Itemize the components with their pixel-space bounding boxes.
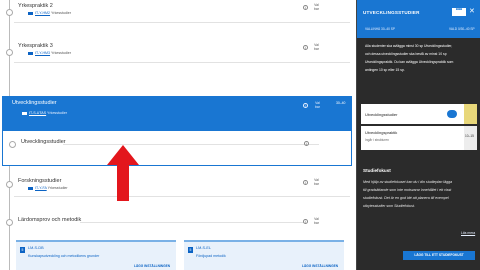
sidebar-section-heading: Studiefokust (363, 168, 391, 173)
status-strip (464, 104, 477, 124)
info-icon[interactable]: i (303, 5, 308, 10)
more-options-button[interactable]: ••• (452, 7, 466, 16)
flag-icon (22, 111, 27, 115)
sidebar-header: UTVECKLINGSSTUDIER ••• ✕ VALLINHÄ 30–40 … (357, 0, 480, 38)
course-code-link[interactable]: IT-Y-HM3 (35, 51, 50, 55)
group-title[interactable]: Utvecklingsstudier (12, 100, 57, 106)
card-name: Kunskapsutveckling och metodikens grunde… (28, 254, 100, 258)
selected-group-row[interactable]: Utvecklingsstudier IT-S-UTAS Yrkesstudie… (2, 96, 352, 130)
course-code-link[interactable]: IT-Y-FA (35, 186, 47, 190)
course-title[interactable]: Yrkespraktik 2 (18, 3, 53, 9)
flag-icon (28, 11, 33, 15)
sidebar-description: och dessa utvecklingsstudier ska bestå a… (365, 52, 447, 56)
status-strip (464, 126, 477, 150)
sidebar-section-text: studiefokust. Det är en god idé att plan… (363, 196, 449, 200)
sub-item-title[interactable]: Utvecklingsstudier (21, 139, 66, 145)
sidebar-item-credits: 10–15 (465, 134, 474, 138)
info-icon[interactable]: i (303, 180, 308, 185)
sidebar-section-text: Med hjälp av studiefokuset kan du i din … (363, 180, 453, 184)
course-level: Yrkesstudier (50, 51, 71, 55)
credits-badge: 5 (188, 247, 193, 253)
sub-item-row[interactable]: Utvecklingsstudier i (2, 130, 352, 166)
course-level: Yrkesstudier (50, 11, 71, 15)
course-meta: IT-Y-HM2 Yrkesstudier (28, 11, 71, 15)
group-level: Yrkesstudier (47, 111, 68, 115)
sidebar-section-text: utbytesstudier som Studiefokust. (363, 204, 415, 208)
group-code-link[interactable]: IT-S-UTAS (29, 111, 46, 115)
credits-badge: 5 (20, 247, 25, 253)
details-sidebar: UTVECKLINGSSTUDIER ••• ✕ VALLINHÄ 30–40 … (356, 0, 480, 270)
sidebar-item-label: Utvecklingsstudier (365, 112, 398, 117)
info-icon[interactable]: i (303, 45, 308, 50)
course-tag: Val bar (314, 43, 319, 52)
info-icon[interactable]: i (304, 141, 309, 146)
course-meta: IT-Y-HM3 Yrkesstudier (28, 51, 71, 55)
course-meta: IT-Y-FA Yrkesstudier (28, 186, 68, 190)
group-meta: IT-S-UTAS Yrkesstudier (22, 111, 67, 115)
group-credits: 30–40 (336, 101, 346, 105)
sidebar-item-sublabel: Ingår i strukturen (365, 138, 389, 142)
row-divider (14, 196, 350, 197)
course-node[interactable] (6, 49, 13, 56)
group-node[interactable] (6, 219, 13, 226)
card-code-link[interactable]: LM-S-DB (28, 246, 44, 250)
course-card[interactable]: 5 LM-S-DB Kunskapsutveckling och metodik… (16, 240, 176, 270)
toggle-icon[interactable] (447, 110, 457, 118)
card-add-button[interactable]: LÄGG INSTÄLLNINGEN (134, 264, 170, 268)
sidebar-requirement: VALLINHÄ 30–40 SP (365, 27, 396, 31)
sidebar-item-utvecklingsstudier[interactable]: Utvecklingsstudier (361, 104, 477, 124)
course-level: Yrkesstudier (47, 186, 68, 190)
row-divider (14, 62, 350, 63)
sidebar-description: Utvecklingspraktik. Du kan avlägga Utvec… (365, 60, 454, 64)
course-tag: Val bar (314, 3, 319, 12)
group-title[interactable]: Lärdomsprov och metodik (18, 217, 81, 223)
group-tag: Val bar (314, 217, 319, 226)
group-tag: Val bar (315, 101, 320, 110)
sidebar-item-utvecklingspraktik[interactable]: Utvecklingspraktik Ingår i strukturen 10… (361, 126, 477, 150)
sidebar-section-text: till gradsättande som inte motsvarar inn… (363, 188, 452, 192)
flag-icon (28, 186, 33, 190)
sidebar-description: Alla studenter ska avlägga minst 30 sp U… (365, 44, 453, 48)
row-divider (63, 144, 319, 145)
study-plan-panel: Yrkespraktik 2 IT-Y-HM2 Yrkesstudier i V… (0, 0, 354, 270)
card-add-button[interactable]: LÄGG INSTÄLLNINGEN (302, 264, 338, 268)
card-code-link[interactable]: LM-S-EL (196, 246, 211, 250)
course-title[interactable]: Yrkespraktik 3 (18, 43, 53, 49)
close-icon[interactable]: ✕ (469, 7, 475, 15)
course-code-link[interactable]: IT-Y-HM2 (35, 11, 50, 15)
card-name: Fördjupad metodik (196, 254, 226, 258)
course-tag: Val bar (314, 178, 319, 187)
row-divider (14, 22, 350, 23)
read-more-link[interactable]: Läs mera (461, 231, 475, 235)
sidebar-selected-credits: VALD 0/30–40 SP (449, 27, 475, 31)
arrow-up-icon (107, 145, 139, 201)
sidebar-description: antingen 10 sp eller 15 sp. (365, 68, 405, 72)
info-icon[interactable]: i (303, 103, 308, 108)
course-card[interactable]: 5 LM-S-EL Fördjupad metodik LÄGG INSTÄLL… (184, 240, 344, 270)
course-node[interactable] (6, 9, 13, 16)
sidebar-title: UTVECKLINGSSTUDIER (363, 10, 420, 15)
sub-item-node[interactable] (9, 141, 16, 148)
course-title[interactable]: Forskningsstudier (18, 178, 61, 184)
course-node[interactable] (6, 181, 13, 188)
add-study-focus-button[interactable]: LÄGG TILL ETT STUDIEFOKUST (403, 251, 475, 260)
flag-icon (28, 51, 33, 55)
info-icon[interactable]: i (303, 219, 308, 224)
row-divider (80, 222, 304, 223)
sidebar-item-label: Utvecklingspraktik (365, 130, 398, 135)
